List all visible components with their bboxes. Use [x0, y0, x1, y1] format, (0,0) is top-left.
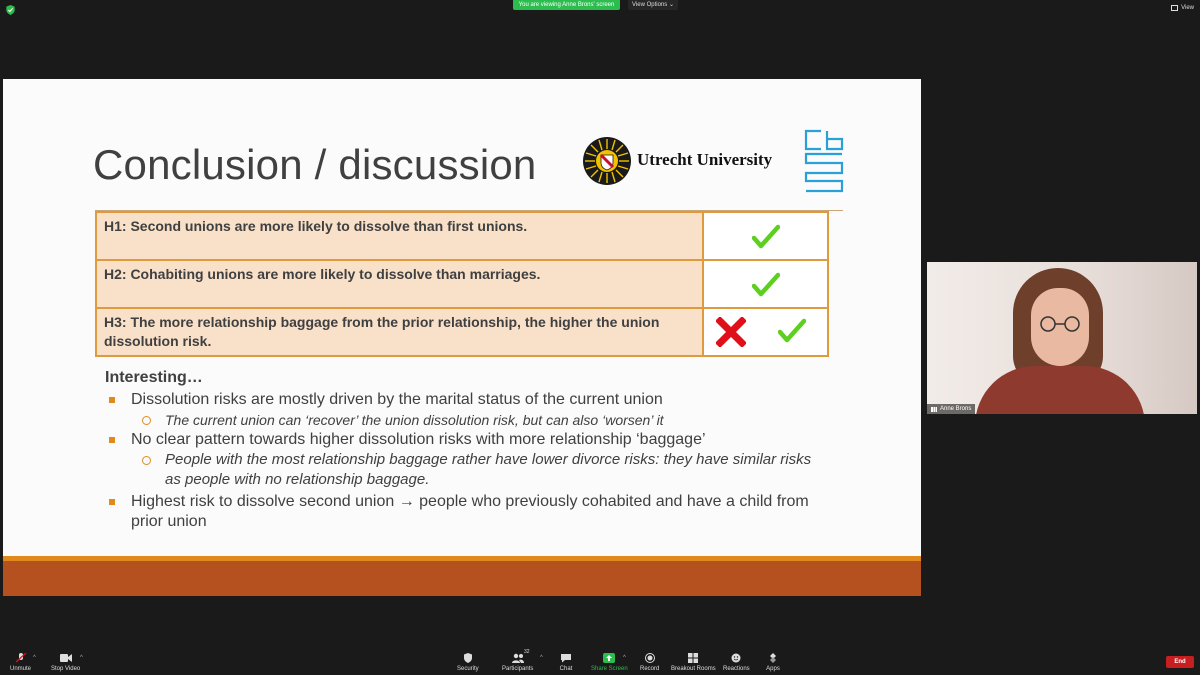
university-name: Utrecht University	[637, 150, 773, 169]
viewing-screen-banner: You are viewing Anne Brons' screen	[513, 0, 620, 10]
meeting-toolbar: Unmute ^ Stop Video ^ Security 32 Partic…	[0, 649, 1200, 675]
breakout-rooms-button[interactable]: Breakout Rooms	[671, 653, 716, 672]
hypothesis-text: H2: Cohabiting unions are more likely to…	[94, 259, 705, 309]
table-row: H1: Second unions are more likely to dis…	[94, 211, 829, 261]
chat-label: Chat	[559, 666, 573, 672]
breakout-rooms-icon	[688, 653, 699, 663]
chevron-up-icon[interactable]: ^	[540, 655, 543, 661]
apps-icon	[770, 653, 776, 663]
share-screen-icon	[603, 653, 616, 663]
shield-icon	[463, 653, 472, 663]
view-button-label: View	[1181, 5, 1194, 11]
view-button[interactable]: View	[1171, 5, 1194, 11]
apps-button[interactable]: Apps	[766, 653, 780, 672]
security-shield-icon	[6, 5, 15, 15]
unmute-button[interactable]: Unmute	[10, 653, 31, 672]
participants-button[interactable]: 32 Participants	[502, 649, 534, 672]
hypothesis-result-cell	[702, 307, 829, 357]
signal-icon	[931, 406, 937, 412]
security-label: Security	[457, 666, 479, 672]
end-meeting-button[interactable]: End	[1166, 656, 1194, 668]
reactions-button[interactable]: Reactions	[723, 653, 750, 672]
view-options-button[interactable]: View Options ⌄	[628, 0, 678, 10]
slide-footer-band	[3, 561, 921, 596]
participant-video-tile[interactable]: Anne Brons	[927, 262, 1197, 414]
security-button[interactable]: Security	[457, 653, 479, 672]
list-subitem: People with the most relationship baggag…	[105, 450, 825, 490]
video-camera-icon	[59, 654, 72, 662]
list-item: No clear pattern towards higher dissolut…	[105, 430, 825, 450]
hypothesis-text: H1: Second unions are more likely to dis…	[94, 211, 705, 261]
slide-title: Conclusion / discussion	[93, 141, 537, 188]
hypothesis-result-cell	[702, 211, 829, 261]
grid-view-icon	[1171, 5, 1179, 11]
record-button[interactable]: Record	[640, 653, 659, 672]
apps-label: Apps	[766, 666, 780, 672]
shared-slide: Conclusion / discussion Utrecht Universi…	[3, 79, 921, 596]
breakout-rooms-label: Breakout Rooms	[671, 666, 716, 672]
green-check-icon	[752, 272, 781, 297]
participants-count: 32	[524, 649, 530, 655]
chevron-up-icon[interactable]: ^	[33, 655, 36, 661]
hypothesis-result-cell	[702, 259, 829, 309]
hypotheses-table: H1: Second unions are more likely to dis…	[94, 211, 829, 357]
chevron-up-icon[interactable]: ^	[80, 655, 83, 661]
list-subitem: The current union can ‘recover’ the unio…	[105, 410, 825, 430]
cbs-logo	[804, 129, 844, 193]
participants-icon	[511, 653, 524, 663]
interesting-heading: Interesting…	[105, 369, 203, 386]
stop-video-button[interactable]: Stop Video	[51, 653, 80, 672]
record-icon	[644, 653, 655, 663]
share-screen-label: Share Screen	[591, 666, 628, 672]
chat-button[interactable]: Chat	[559, 653, 573, 672]
findings-list: Dissolution risks are mostly driven by t…	[105, 390, 825, 532]
hypothesis-text: H3: The more relationship baggage from t…	[94, 307, 705, 357]
glasses	[1040, 316, 1080, 332]
table-row: H2: Cohabiting unions are more likely to…	[94, 259, 829, 309]
green-check-icon	[752, 224, 781, 249]
chevron-up-icon[interactable]: ^	[623, 655, 626, 661]
red-cross-icon	[716, 317, 747, 347]
smiley-icon	[731, 653, 741, 663]
record-label: Record	[640, 666, 660, 672]
green-check-icon	[778, 318, 807, 343]
list-item: Highest risk to dissolve second union → …	[105, 492, 825, 532]
list-item: Dissolution risks are mostly driven by t…	[105, 390, 825, 410]
reactions-label: Reactions	[723, 666, 750, 672]
participant-name: Anne Brons	[940, 406, 972, 412]
stop-video-label: Stop Video	[51, 666, 81, 672]
muted-microphone-icon	[15, 653, 26, 663]
table-row: H3: The more relationship baggage from t…	[94, 307, 829, 357]
participant-name-tag: Anne Brons	[927, 404, 976, 414]
unmute-label: Unmute	[10, 666, 32, 672]
chat-bubble-icon	[561, 654, 571, 663]
utrecht-university-sun-logo	[583, 137, 631, 185]
participants-label: Participants	[502, 666, 534, 672]
